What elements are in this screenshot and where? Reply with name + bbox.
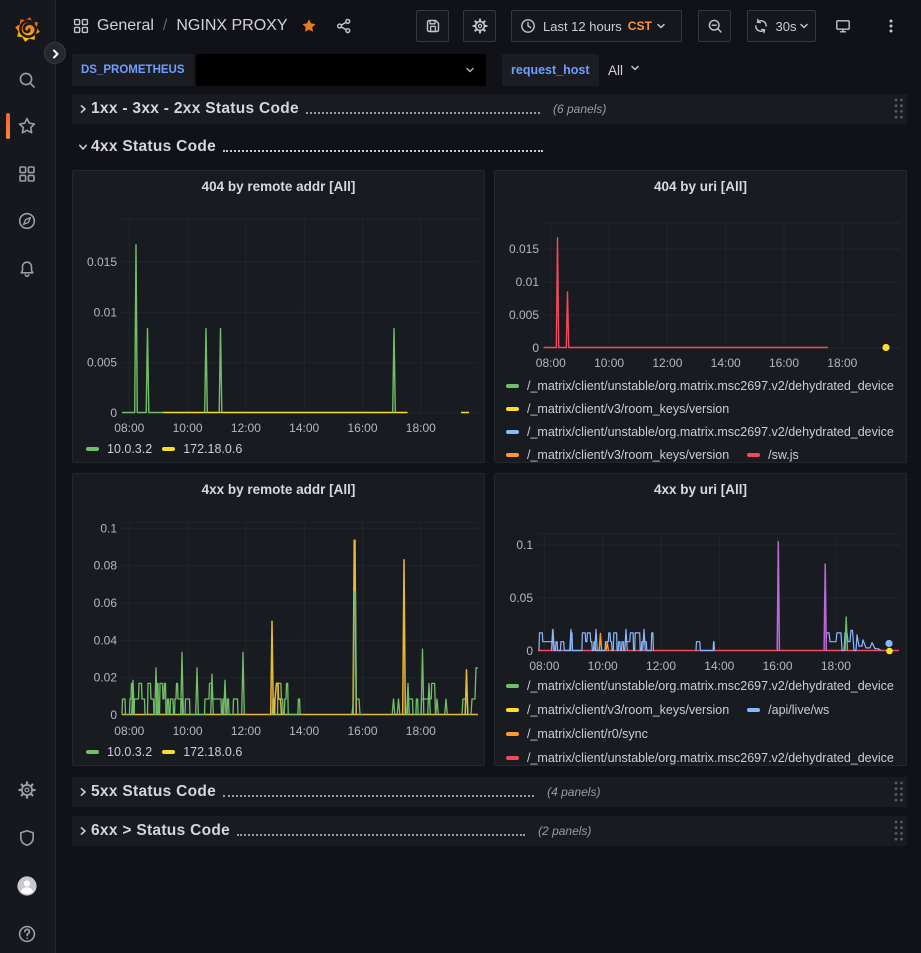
svg-text:14:00: 14:00: [289, 421, 319, 435]
svg-text:0.015: 0.015: [87, 255, 117, 269]
svg-text:18:00: 18:00: [406, 724, 436, 738]
svg-text:0.02: 0.02: [94, 671, 118, 685]
svg-text:18:00: 18:00: [406, 421, 436, 435]
svg-text:0.01: 0.01: [516, 275, 540, 289]
svg-text:14:00: 14:00: [711, 356, 741, 370]
svg-text:0: 0: [532, 341, 539, 355]
svg-text:0: 0: [526, 644, 533, 658]
svg-text:0.01: 0.01: [94, 305, 118, 319]
svg-text:14:00: 14:00: [704, 659, 734, 673]
svg-text:0.005: 0.005: [87, 356, 117, 370]
svg-text:10:00: 10:00: [594, 356, 624, 370]
svg-text:0.06: 0.06: [94, 596, 118, 610]
svg-text:0.015: 0.015: [509, 242, 539, 256]
svg-text:14:00: 14:00: [289, 724, 319, 738]
svg-text:08:00: 08:00: [529, 659, 559, 673]
svg-text:08:00: 08:00: [114, 421, 144, 435]
svg-text:12:00: 12:00: [646, 659, 676, 673]
svg-text:08:00: 08:00: [114, 724, 144, 738]
svg-text:16:00: 16:00: [763, 659, 793, 673]
svg-text:18:00: 18:00: [821, 659, 851, 673]
svg-text:18:00: 18:00: [827, 356, 857, 370]
svg-text:0.1: 0.1: [516, 538, 533, 552]
svg-text:12:00: 12:00: [231, 724, 261, 738]
svg-text:0.08: 0.08: [94, 559, 118, 573]
svg-text:10:00: 10:00: [588, 659, 618, 673]
svg-text:0.05: 0.05: [510, 591, 534, 605]
svg-text:0.005: 0.005: [509, 308, 539, 322]
svg-text:12:00: 12:00: [652, 356, 682, 370]
svg-text:0.1: 0.1: [100, 521, 117, 535]
svg-text:08:00: 08:00: [536, 356, 566, 370]
svg-text:0.04: 0.04: [94, 633, 118, 647]
svg-text:0: 0: [110, 708, 117, 722]
svg-text:0: 0: [110, 406, 117, 420]
svg-text:10:00: 10:00: [173, 421, 203, 435]
svg-text:16:00: 16:00: [347, 421, 377, 435]
svg-text:10:00: 10:00: [173, 724, 203, 738]
svg-text:16:00: 16:00: [769, 356, 799, 370]
svg-text:16:00: 16:00: [347, 724, 377, 738]
svg-text:12:00: 12:00: [231, 421, 261, 435]
